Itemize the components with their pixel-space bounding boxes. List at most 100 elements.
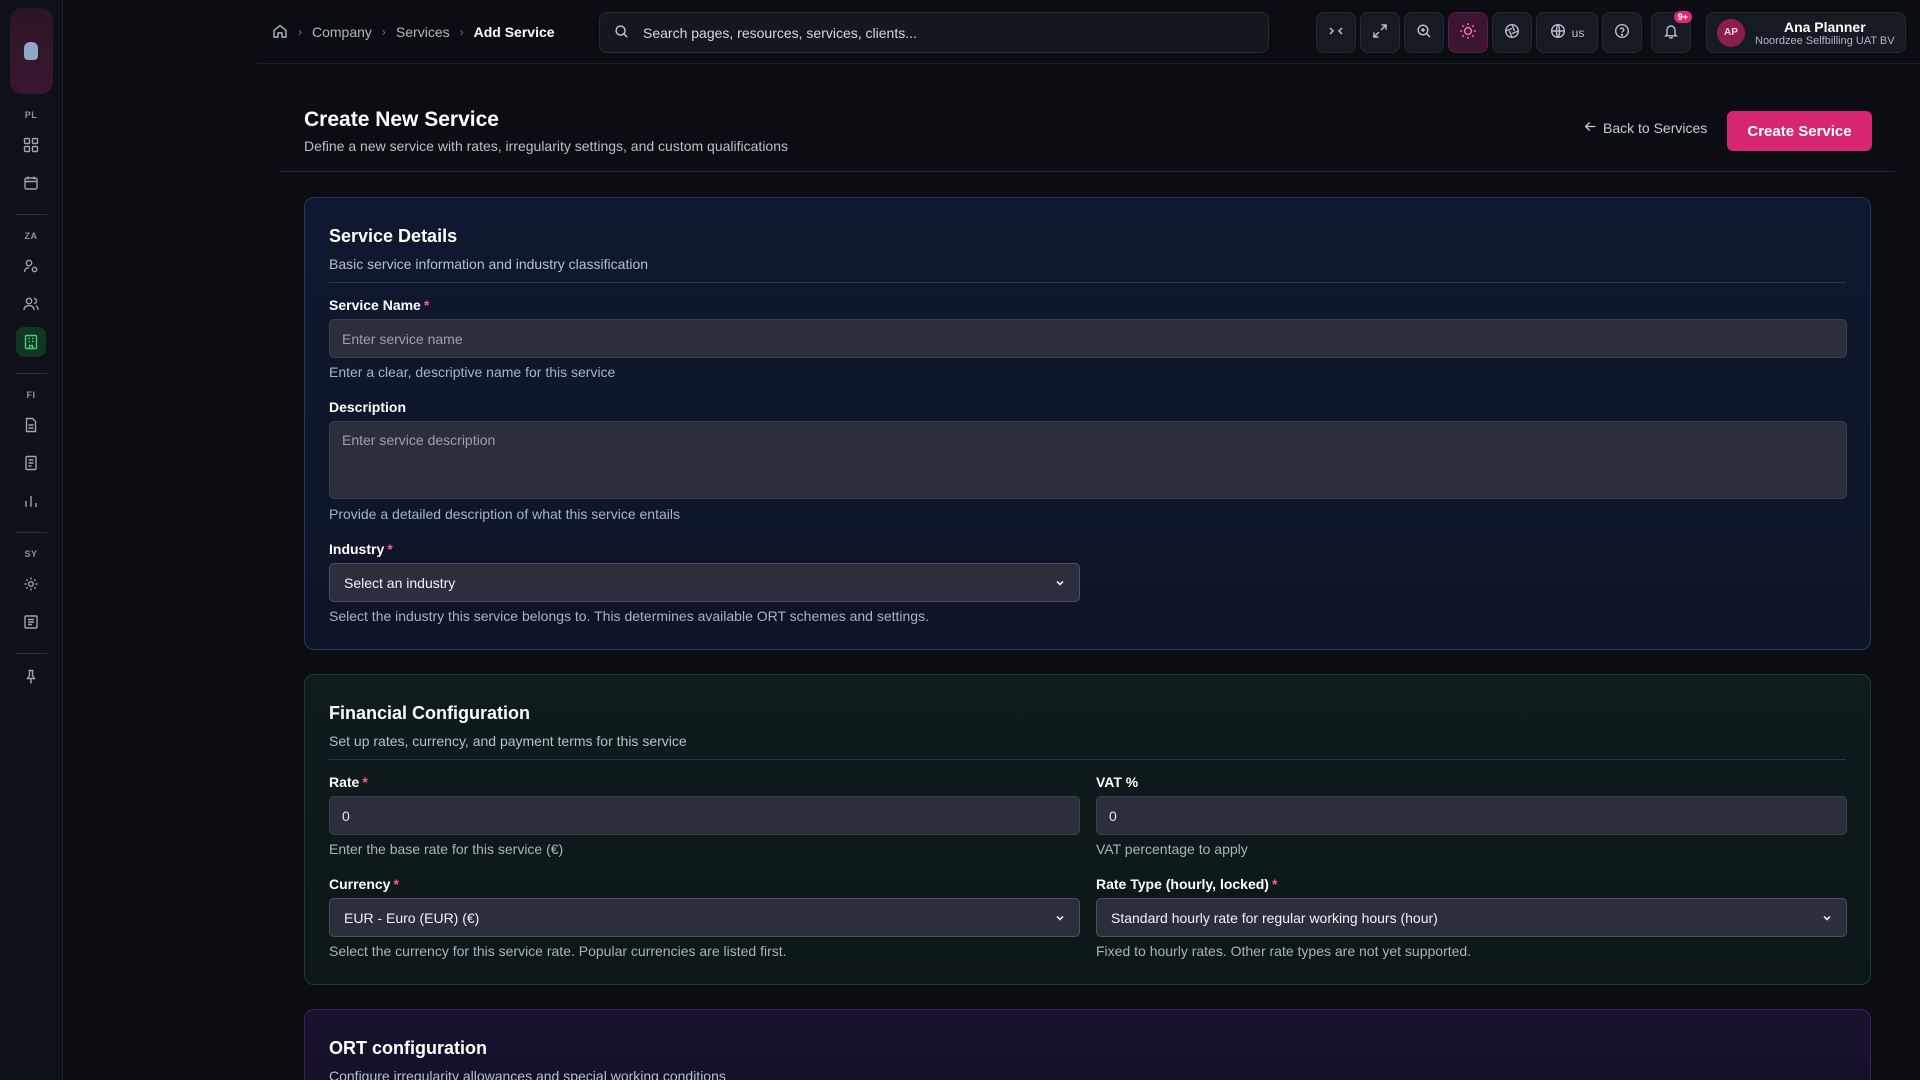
chevron-down-icon bbox=[1055, 910, 1065, 926]
chevron-down-icon bbox=[1055, 575, 1065, 591]
app-logo[interactable] bbox=[9, 8, 53, 94]
dashboard-icon[interactable] bbox=[16, 130, 46, 160]
globe-icon bbox=[1550, 23, 1566, 42]
notification-count-badge: 9+ bbox=[1673, 11, 1692, 23]
currency-hint: Select the currency for this service rat… bbox=[329, 943, 787, 959]
rate-label-text: Rate bbox=[329, 774, 360, 790]
sun-icon bbox=[1459, 22, 1477, 43]
collapse-sidebar-button[interactable] bbox=[1316, 12, 1356, 53]
service-name-hint: Enter a clear, descriptive name for this… bbox=[329, 364, 616, 380]
divider bbox=[329, 759, 1846, 760]
rail-divider bbox=[15, 653, 47, 654]
card-title: Financial Configuration bbox=[329, 703, 530, 723]
industry-select[interactable]: Select an industry bbox=[329, 563, 1080, 602]
service-details-card: Service Details Basic service informatio… bbox=[304, 197, 1871, 650]
expand-icon bbox=[1372, 23, 1388, 42]
log-icon[interactable] bbox=[16, 607, 46, 637]
card-subtitle: Basic service information and industry c… bbox=[329, 256, 649, 272]
card-subtitle: Configure irregularity allowances and sp… bbox=[329, 1068, 726, 1080]
global-search[interactable] bbox=[599, 12, 1269, 53]
user-menu[interactable]: AP Ana Planner Noordzee Selfbilling UAT … bbox=[1706, 12, 1906, 53]
user-name: Ana Planner bbox=[1783, 18, 1866, 35]
service-name-input[interactable] bbox=[329, 319, 1847, 358]
back-link-label: Back to Services bbox=[1603, 120, 1708, 136]
collapse-icon bbox=[1328, 23, 1344, 42]
vat-label: VAT % bbox=[1096, 774, 1139, 790]
fullscreen-button[interactable] bbox=[1360, 12, 1400, 53]
user-org: Noordzee Selfbilling UAT BV bbox=[1755, 34, 1895, 47]
industry-label-text: Industry bbox=[329, 541, 385, 557]
rate-label: Rate * bbox=[329, 774, 368, 790]
user-settings-icon[interactable] bbox=[16, 251, 46, 281]
bell-icon bbox=[1663, 23, 1679, 42]
appearance-button[interactable] bbox=[1492, 12, 1532, 53]
chevron-down-icon bbox=[1822, 910, 1832, 926]
rate-type-select-value: Standard hourly rate for regular working… bbox=[1111, 909, 1438, 926]
required-marker: * bbox=[362, 774, 368, 790]
vat-hint: VAT percentage to apply bbox=[1096, 841, 1248, 857]
breadcrumb: › Company › Services › Add Service bbox=[272, 0, 555, 64]
divider bbox=[329, 282, 1846, 283]
zoom-in-icon bbox=[1416, 23, 1432, 42]
industry-select-value: Select an industry bbox=[344, 574, 456, 591]
rail-divider bbox=[15, 373, 47, 374]
search-icon bbox=[614, 24, 629, 42]
bar-chart-icon[interactable] bbox=[16, 486, 46, 516]
search-input[interactable] bbox=[643, 24, 1268, 41]
chevron-right-icon: › bbox=[381, 25, 386, 39]
required-marker: * bbox=[393, 876, 399, 892]
create-service-button[interactable]: Create Service bbox=[1727, 111, 1872, 151]
financial-configuration-card: Financial Configuration Set up rates, cu… bbox=[304, 674, 1871, 985]
avatar: AP bbox=[1717, 18, 1745, 47]
currency-label: Currency * bbox=[329, 876, 399, 892]
description-hint: Provide a detailed description of what t… bbox=[329, 506, 680, 522]
invoice-icon[interactable] bbox=[16, 448, 46, 478]
page-subtitle: Define a new service with rates, irregul… bbox=[304, 138, 788, 154]
service-name-label: Service Name * bbox=[329, 297, 429, 313]
breadcrumb-current: Add Service bbox=[473, 24, 555, 40]
users-icon[interactable] bbox=[16, 289, 46, 319]
calendar-icon[interactable] bbox=[16, 168, 46, 198]
rail-section-fi: FI bbox=[26, 390, 36, 400]
rail-section-za: ZA bbox=[24, 231, 38, 241]
theme-toggle-button[interactable] bbox=[1448, 12, 1488, 53]
vat-input[interactable] bbox=[1096, 796, 1847, 835]
description-textarea[interactable] bbox=[329, 421, 1847, 499]
rate-type-select[interactable]: Standard hourly rate for regular working… bbox=[1096, 898, 1847, 937]
services-building-icon[interactable] bbox=[16, 327, 46, 357]
service-name-label-text: Service Name bbox=[329, 297, 421, 313]
rail-divider bbox=[15, 214, 47, 215]
card-subtitle: Set up rates, currency, and payment term… bbox=[329, 733, 687, 749]
rate-type-label: Rate Type (hourly, locked) * bbox=[1096, 876, 1277, 892]
language-button[interactable]: us bbox=[1536, 12, 1598, 53]
breadcrumb-company[interactable]: Company bbox=[312, 24, 372, 40]
back-to-services-link[interactable]: Back to Services bbox=[1584, 120, 1707, 136]
industry-label: Industry * bbox=[329, 541, 393, 557]
gear-icon[interactable] bbox=[16, 569, 46, 599]
user-info: Ana Planner Noordzee Selfbilling UAT BV bbox=[1755, 19, 1895, 47]
required-marker: * bbox=[1271, 876, 1278, 892]
zoom-button[interactable] bbox=[1404, 12, 1444, 53]
sidebar-rail: PL ZA FI SY bbox=[0, 0, 63, 1080]
rate-type-label-text: Rate Type (hourly, locked) bbox=[1096, 876, 1269, 892]
document-icon[interactable] bbox=[16, 410, 46, 440]
card-title: ORT configuration bbox=[329, 1038, 487, 1058]
description-label: Description bbox=[329, 399, 407, 415]
rate-input[interactable] bbox=[329, 796, 1080, 835]
arrow-left-icon bbox=[1584, 120, 1597, 136]
card-title: Service Details bbox=[329, 226, 458, 246]
aperture-icon bbox=[1504, 23, 1520, 42]
home-icon[interactable] bbox=[272, 23, 288, 42]
notifications-button[interactable]: 9+ bbox=[1651, 11, 1692, 53]
currency-select-value: EUR - Euro (EUR) (€) bbox=[344, 909, 480, 926]
help-button[interactable] bbox=[1602, 12, 1642, 53]
page-header: Create New Service Define a new service … bbox=[280, 100, 1895, 172]
chevron-right-icon: › bbox=[298, 25, 302, 39]
industry-hint: Select the industry this service belongs… bbox=[329, 608, 929, 624]
currency-select[interactable]: EUR - Euro (EUR) (€) bbox=[329, 898, 1080, 937]
rail-section-pl: PL bbox=[24, 110, 38, 120]
rate-type-hint: Fixed to hourly rates. Other rate types … bbox=[1096, 943, 1472, 959]
breadcrumb-services[interactable]: Services bbox=[396, 24, 450, 40]
pin-icon[interactable] bbox=[16, 662, 46, 692]
page-title: Create New Service bbox=[304, 108, 499, 131]
